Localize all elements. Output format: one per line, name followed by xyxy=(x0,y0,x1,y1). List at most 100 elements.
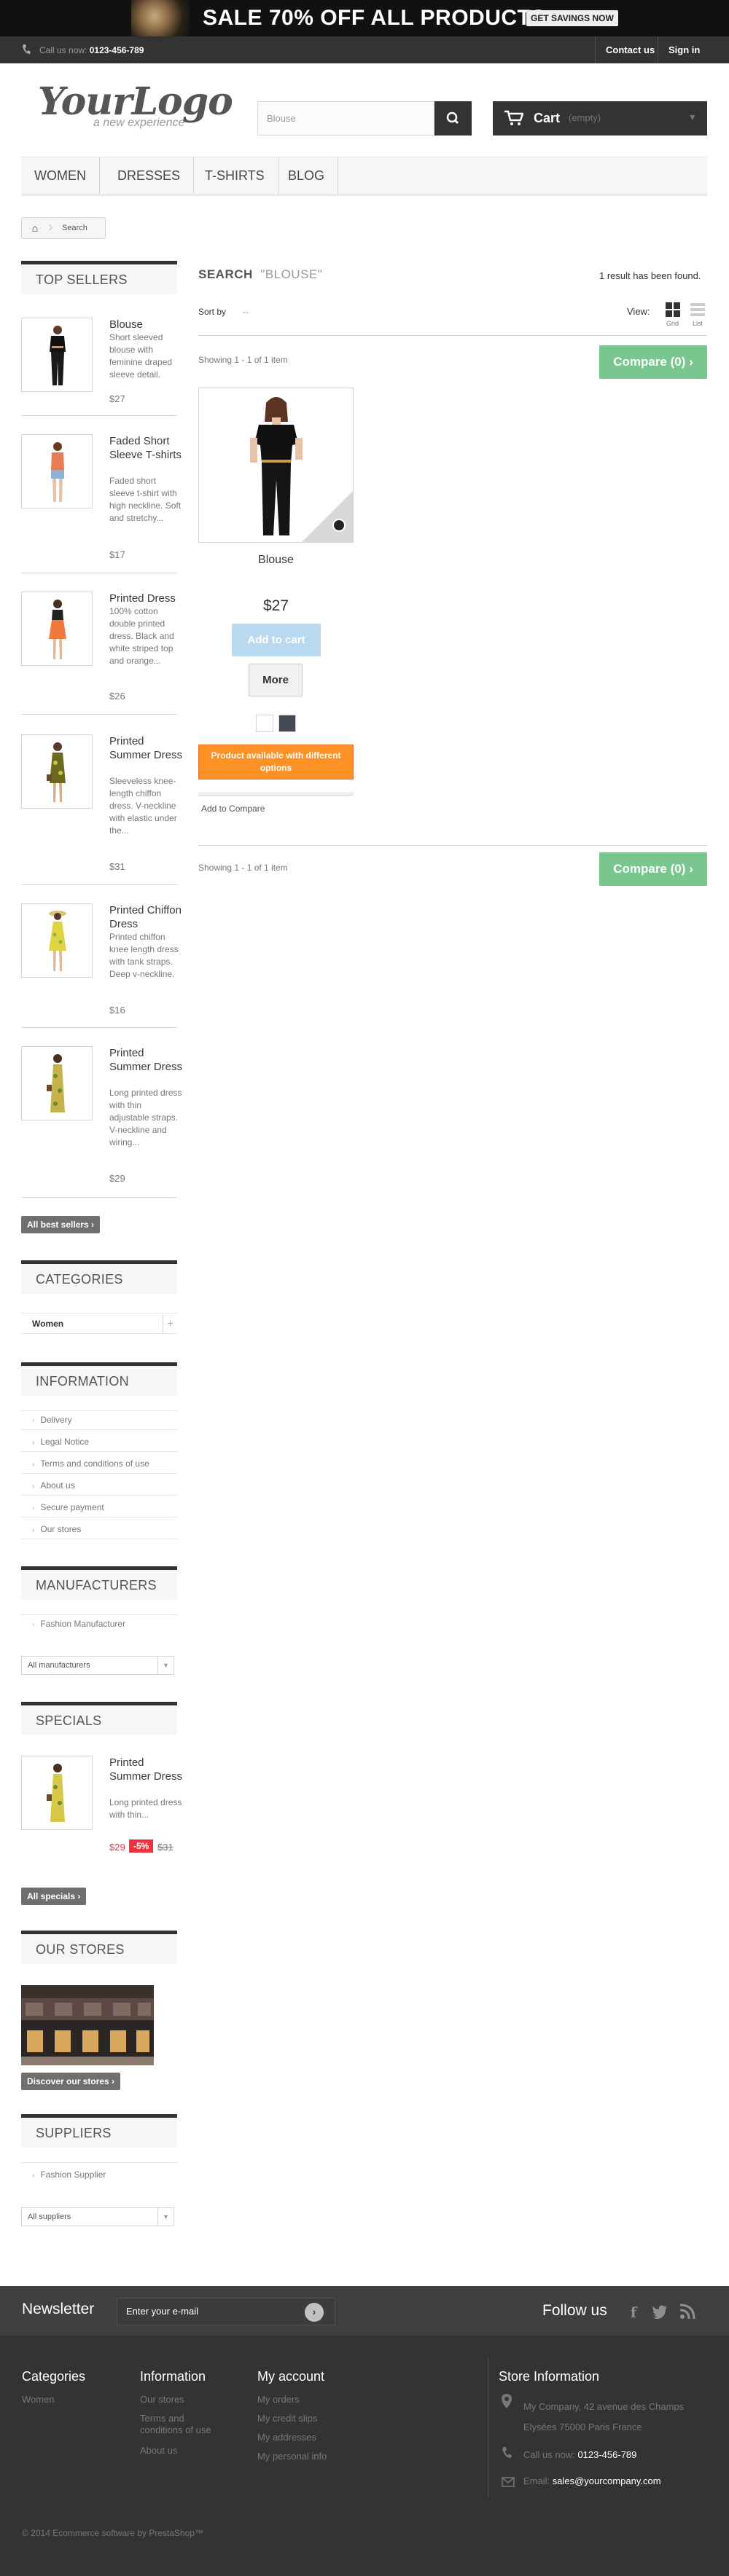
top-seller-image[interactable] xyxy=(21,903,93,978)
top-seller-name[interactable]: Printed Dress xyxy=(109,592,182,605)
grid-view-icon[interactable] xyxy=(665,302,681,318)
menu-item-blog[interactable]: BLOG xyxy=(275,157,339,194)
top-seller-image[interactable] xyxy=(21,1046,93,1120)
top-seller-name[interactable]: Printed Chiffon Dress xyxy=(109,903,182,931)
all-best-sellers-button[interactable]: All best sellers › xyxy=(21,1216,101,1233)
newsletter-submit-icon[interactable]: › xyxy=(305,2303,324,2322)
footer-info-stores[interactable]: Our stores xyxy=(140,2394,184,2406)
follow-us-title: Follow us xyxy=(542,2302,607,2319)
chevron-right-icon: › xyxy=(32,1439,35,1447)
divider xyxy=(21,1614,177,1615)
top-seller-price: $26 xyxy=(109,691,125,702)
top-seller-desc: Printed chiffon knee length dress with t… xyxy=(109,932,179,979)
top-seller-image[interactable] xyxy=(21,734,93,809)
suppliers-title[interactable]: SUPPLIERS xyxy=(21,2114,177,2148)
top-seller-name[interactable]: Faded Short Sleeve T-shirts xyxy=(109,434,182,462)
footer-info-about[interactable]: About us xyxy=(140,2445,177,2457)
compare-button-bottom[interactable]: Compare (0) › xyxy=(599,852,707,886)
store-phone: Call us now: 0123-456-789 xyxy=(523,2449,636,2460)
footer-account-addresses[interactable]: My addresses xyxy=(257,2432,316,2443)
footer-info-terms[interactable]: Terms and conditions of use xyxy=(140,2413,227,2436)
newsletter-email-input[interactable]: Enter your e-mail xyxy=(117,2298,335,2325)
all-specials-button[interactable]: All specials › xyxy=(21,1888,87,1905)
get-savings-button[interactable]: GET SAVINGS NOW xyxy=(526,10,618,26)
store-photo[interactable] xyxy=(21,1985,154,2065)
store-email-address[interactable]: sales@yourcompany.com xyxy=(553,2475,661,2486)
top-seller-image[interactable] xyxy=(21,434,93,508)
top-seller-name[interactable]: Printed Summer Dress xyxy=(109,734,182,762)
top-seller-image[interactable] xyxy=(21,592,93,666)
top-sellers-title[interactable]: TOP SELLERS xyxy=(21,261,177,294)
product-name[interactable]: Blouse xyxy=(198,554,354,567)
special-image[interactable] xyxy=(21,1756,93,1830)
our-stores-title[interactable]: OUR STORES xyxy=(21,1931,177,1964)
sign-in-link[interactable]: Sign in xyxy=(658,36,710,63)
top-seller-price: $31 xyxy=(109,861,125,872)
list-view-icon[interactable] xyxy=(690,302,706,318)
top-seller-desc: Long printed dress with thin adjustable … xyxy=(109,1088,182,1147)
list-label: List xyxy=(693,320,703,327)
product-figure-image xyxy=(50,326,66,385)
info-delivery-label: Delivery xyxy=(40,1415,72,1425)
info-legal-link[interactable]: › Legal Notice xyxy=(32,1437,89,1447)
compare-button[interactable]: Compare (0) › xyxy=(599,345,707,379)
category-women[interactable]: Women xyxy=(32,1319,63,1329)
info-delivery-link[interactable]: › Delivery xyxy=(32,1415,72,1425)
menu-item-women[interactable]: WOMEN xyxy=(21,157,100,194)
specials-title[interactable]: SPECIALS xyxy=(21,1702,177,1735)
top-seller-price: $17 xyxy=(109,549,125,560)
site-logo[interactable]: YourLogo a new experience xyxy=(38,82,233,130)
special-name[interactable]: Printed Summer Dress xyxy=(109,1756,182,1783)
footer-account-credit[interactable]: My credit slips xyxy=(257,2413,317,2424)
sort-select[interactable]: -- xyxy=(243,307,249,317)
divider xyxy=(21,714,177,715)
copyright: © 2014 Ecommerce software by PrestaShop™ xyxy=(22,2528,203,2538)
zoom-icon[interactable] xyxy=(332,519,346,532)
menu-item-dresses[interactable]: DRESSES xyxy=(104,157,195,194)
footer-category-women[interactable]: Women xyxy=(22,2394,55,2406)
divider xyxy=(21,2162,177,2163)
home-icon[interactable]: ⌂ xyxy=(22,218,48,238)
footer-account-orders[interactable]: My orders xyxy=(257,2394,300,2406)
add-to-compare-link[interactable]: Add to Compare xyxy=(201,804,265,814)
info-about-link[interactable]: › About us xyxy=(32,1480,75,1491)
info-terms-link[interactable]: › Terms and conditions of use xyxy=(32,1458,149,1469)
store-call-label: Call us now: xyxy=(523,2449,575,2460)
top-seller-price: $27 xyxy=(109,393,125,404)
twitter-icon[interactable] xyxy=(652,2304,668,2320)
manufacturers-title[interactable]: MANUFACTURERS xyxy=(21,1566,177,1600)
rss-icon[interactable] xyxy=(679,2304,695,2320)
store-address: My Company, 42 avenue des Champs Elysées… xyxy=(523,2401,685,2432)
info-payment-link[interactable]: › Secure payment xyxy=(32,1502,104,1512)
footer-account-title[interactable]: My account xyxy=(257,2369,324,2384)
product-image[interactable] xyxy=(198,388,354,543)
showing-count: Showing 1 - 1 of 1 item xyxy=(198,355,288,365)
footer-account-info[interactable]: My personal info xyxy=(257,2451,327,2462)
more-button[interactable]: More xyxy=(249,664,303,696)
top-seller-name[interactable]: Printed Summer Dress xyxy=(109,1046,182,1074)
facebook-icon[interactable]: f xyxy=(625,2304,642,2321)
discover-stores-button[interactable]: Discover our stores › xyxy=(21,2073,121,2090)
cart-button[interactable]: Cart (empty) ▼ xyxy=(493,101,707,136)
color-swatch-dark[interactable] xyxy=(278,715,296,732)
add-to-cart-button[interactable]: Add to cart xyxy=(232,624,321,656)
chevron-down-icon: ▼ xyxy=(157,2208,174,2226)
footer-information-title: Information xyxy=(140,2369,206,2384)
store-email: Email: sales@yourcompany.com xyxy=(523,2475,661,2486)
search-button[interactable] xyxy=(434,101,472,136)
divider xyxy=(21,1197,177,1198)
color-swatch-white[interactable] xyxy=(256,715,273,732)
top-seller-name[interactable]: Blouse xyxy=(109,318,182,331)
manufacturers-select-value: All manufacturers xyxy=(28,1661,90,1670)
promo-banner[interactable]: SALE 70% OFF ALL PRODUCTS GET SAVINGS NO… xyxy=(0,0,729,36)
top-seller-image[interactable] xyxy=(21,318,93,392)
suppliers-select[interactable]: All suppliers ▼ xyxy=(21,2207,174,2226)
supplier-link[interactable]: › Fashion Supplier xyxy=(32,2169,106,2180)
manufacturer-link[interactable]: › Fashion Manufacturer xyxy=(32,1619,125,1629)
info-stores-link[interactable]: › Our stores xyxy=(32,1524,81,1534)
contact-us-link[interactable]: Contact us xyxy=(595,36,665,63)
expand-plus-icon[interactable]: + xyxy=(163,1315,177,1332)
menu-item-tshirts[interactable]: T-SHIRTS xyxy=(192,157,278,194)
manufacturers-select[interactable]: All manufacturers ▼ xyxy=(21,1656,174,1675)
search-input[interactable]: Blouse xyxy=(257,101,434,136)
